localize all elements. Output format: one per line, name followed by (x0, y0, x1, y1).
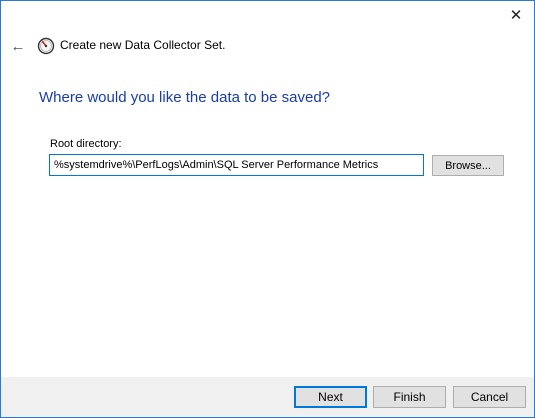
root-directory-input[interactable] (49, 154, 424, 176)
back-arrow-icon[interactable]: ← (9, 34, 27, 58)
close-icon[interactable]: ✕ (502, 3, 530, 27)
next-button[interactable]: Next (294, 386, 367, 408)
finish-button[interactable]: Finish (373, 386, 446, 408)
cancel-button[interactable]: Cancel (453, 386, 526, 408)
wizard-title: Create new Data Collector Set. (60, 38, 226, 52)
root-directory-label: Root directory: (50, 138, 122, 150)
performance-monitor-icon (37, 37, 55, 55)
wizard-window: ✕ ← Create new Data Collector Set. Where… (0, 0, 535, 418)
browse-button[interactable]: Browse... (432, 155, 504, 176)
wizard-header: ← Create new Data Collector Set. (1, 34, 534, 58)
page-question: Where would you like the data to be save… (39, 89, 331, 106)
